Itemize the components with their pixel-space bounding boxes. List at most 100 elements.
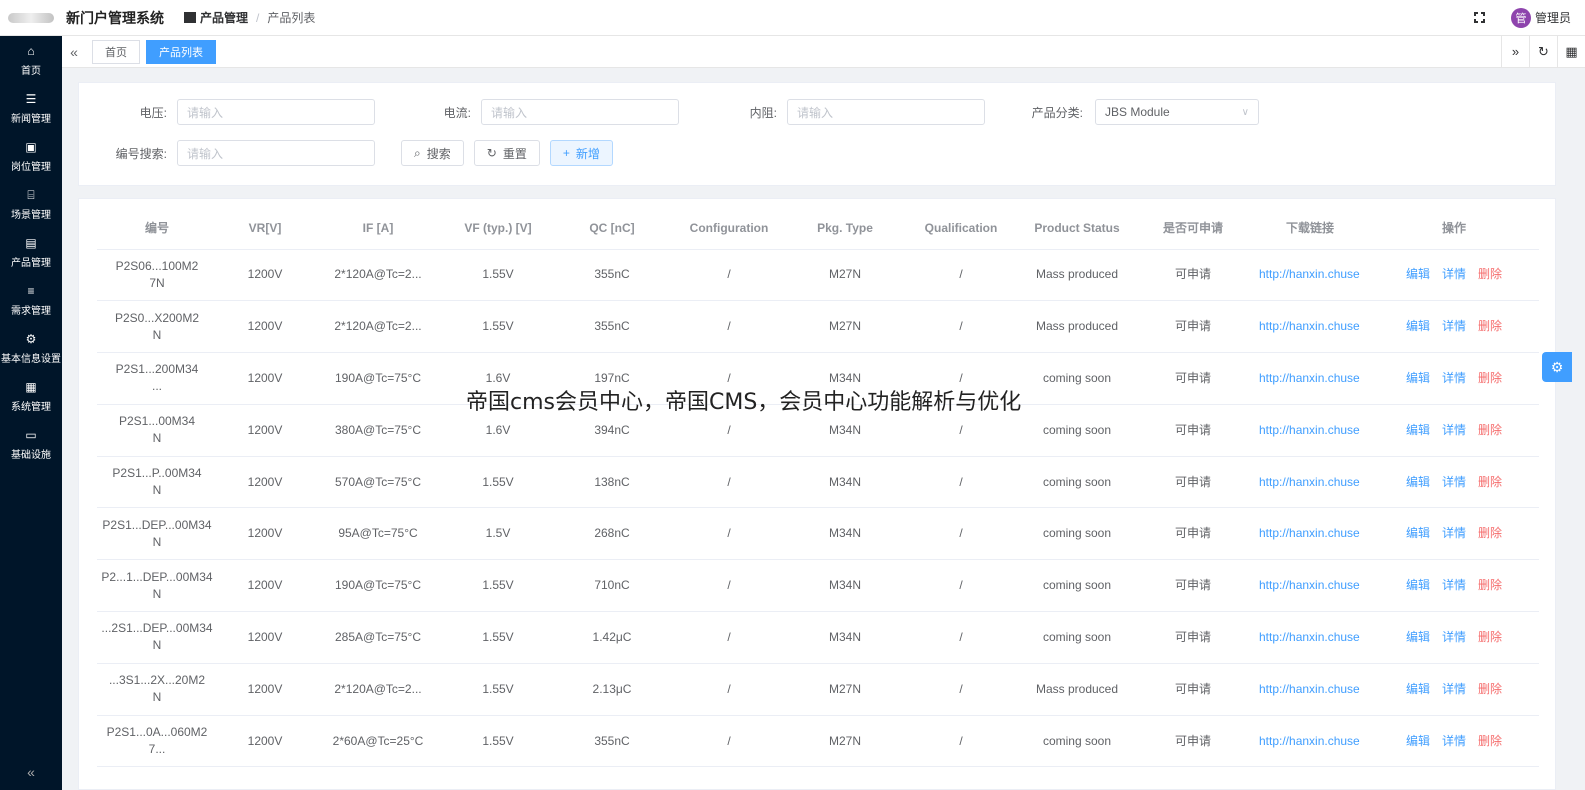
delete-button[interactable]: 删除 (1478, 629, 1502, 646)
delete-button[interactable]: 删除 (1478, 525, 1502, 542)
sidebar-item-scenes[interactable]: ⌸ 场景管理 (0, 180, 62, 228)
reset-button[interactable]: ↻ 重置 (473, 140, 540, 166)
detail-button[interactable]: 详情 (1442, 474, 1466, 491)
reset-button-label: 重置 (502, 146, 527, 161)
overlay-caption: 帝国cms会员中心，帝国CMS，会员中心功能解析与优化 (466, 390, 1022, 415)
detail-button[interactable]: 详情 (1442, 629, 1466, 646)
code-search-input[interactable]: 请输入 (177, 140, 375, 166)
category-select[interactable]: JBS Module ∨ (1095, 99, 1259, 125)
table-cell: 1200V (217, 456, 313, 509)
table-cell: 355nC (553, 249, 671, 302)
download-link[interactable]: http://hanxin.chuse (1251, 663, 1369, 716)
product-code-cell: P2S1...00M34 N (97, 404, 217, 457)
column-header: 下载链接 (1251, 207, 1369, 250)
chevron-double-left-icon[interactable]: « (62, 44, 86, 60)
voltage-input[interactable]: 请输入 (177, 99, 375, 125)
sidebar-item-system[interactable]: ▦ 系统管理 (0, 372, 62, 420)
edit-button[interactable]: 编辑 (1406, 370, 1430, 387)
edit-button[interactable]: 编辑 (1406, 318, 1430, 335)
code-search-label: 编号搜索: (115, 146, 167, 161)
table-cell: 1.55V (443, 559, 553, 613)
current-field-row: 电流: 请输入 (425, 99, 679, 125)
sidebar-item-requirements[interactable]: ≡ 需求管理 (0, 276, 62, 324)
detail-button[interactable]: 详情 (1442, 266, 1466, 283)
detail-button[interactable]: 详情 (1442, 422, 1466, 439)
table-cell: coming soon (1019, 559, 1135, 613)
detail-button[interactable]: 详情 (1442, 681, 1466, 698)
download-link[interactable]: http://hanxin.chuse (1251, 611, 1369, 664)
delete-button[interactable]: 删除 (1478, 266, 1502, 283)
grid-icon[interactable]: ▦ (1557, 35, 1585, 68)
search-button[interactable]: ⌕ 搜索 (401, 140, 464, 166)
product-table: 编号 VR[V] IF [A] VF (typ.) [V] QC [nC] Configu… (97, 207, 1539, 768)
sidebar-item-positions[interactable]: ▣ 岗位管理 (0, 132, 62, 180)
product-code-cell: P2S0...X200M2 N (97, 300, 217, 354)
download-link[interactable]: http://hanxin.chuse (1251, 456, 1369, 509)
row-actions: 编辑 详情 删除 (1369, 715, 1539, 768)
delete-button[interactable]: 删除 (1478, 733, 1502, 750)
edit-button[interactable]: 编辑 (1406, 525, 1430, 542)
detail-button[interactable]: 详情 (1442, 525, 1466, 542)
resistance-input[interactable]: 请输入 (787, 99, 985, 125)
table-cell: / (903, 249, 1019, 302)
delete-button[interactable]: 删除 (1478, 474, 1502, 491)
add-button[interactable]: + 新增 (549, 140, 613, 166)
user-name[interactable]: 管理员 (1535, 9, 1571, 26)
avatar[interactable]: 管 (1510, 7, 1531, 28)
app-logo[interactable] (0, 0, 62, 36)
download-link[interactable]: http://hanxin.chuse (1251, 507, 1369, 561)
sidebar-collapse-button[interactable]: « (0, 764, 62, 780)
column-header: 是否可申请 (1135, 207, 1251, 250)
edit-button[interactable]: 编辑 (1406, 629, 1430, 646)
edit-button[interactable]: 编辑 (1406, 681, 1430, 698)
edit-button[interactable]: 编辑 (1406, 474, 1430, 491)
sidebar-item-infrastructure[interactable]: ▭ 基础设施 (0, 420, 62, 468)
download-link[interactable]: http://hanxin.chuse (1251, 404, 1369, 457)
table-cell: / (671, 663, 787, 716)
detail-button[interactable]: 详情 (1442, 318, 1466, 335)
delete-button[interactable]: 删除 (1478, 577, 1502, 594)
delete-button[interactable]: 删除 (1478, 370, 1502, 387)
sidebar-item-label: 岗位管理 (11, 161, 51, 173)
download-link[interactable]: http://hanxin.chuse (1251, 249, 1369, 302)
add-button-label: 新增 (575, 146, 600, 161)
sidebar-item-news[interactable]: ☰ 新闻管理 (0, 84, 62, 132)
delete-button[interactable]: 删除 (1478, 422, 1502, 439)
table-cell: coming soon (1019, 507, 1135, 561)
detail-button[interactable]: 详情 (1442, 577, 1466, 594)
delete-button[interactable]: 删除 (1478, 318, 1502, 335)
sidebar-item-label: 系统管理 (11, 401, 51, 413)
fullscreen-icon[interactable] (1472, 11, 1487, 25)
chevron-double-right-icon[interactable]: » (1501, 35, 1529, 68)
tab-home[interactable]: 首页 (92, 39, 140, 64)
table-cell: 1200V (217, 352, 313, 405)
row-actions: 编辑 详情 删除 (1369, 404, 1539, 457)
table-cell: M34N (787, 456, 903, 509)
sidebar-item-products[interactable]: ▤ 产品管理 (0, 228, 62, 276)
breadcrumb-item-product-management[interactable]: 产品管理 (200, 9, 248, 26)
refresh-icon[interactable]: ↻ (1529, 35, 1557, 68)
edit-button[interactable]: 编辑 (1406, 577, 1430, 594)
detail-button[interactable]: 详情 (1442, 733, 1466, 750)
table-cell: coming soon (1019, 352, 1135, 405)
settings-gear-icon[interactable]: ⚙ (1542, 352, 1572, 382)
briefcase-icon: ▦ (25, 379, 37, 394)
top-header: 新门户管理系统 产品管理 / 产品列表 管 管理员 (0, 0, 1585, 36)
tab-product-list[interactable]: 产品列表 (146, 39, 216, 64)
download-link[interactable]: http://hanxin.chuse (1251, 559, 1369, 613)
edit-button[interactable]: 编辑 (1406, 733, 1430, 750)
product-code-cell: ...3S1...2X...20M2 N (97, 663, 217, 716)
sidebar-item-basic-settings[interactable]: ⚙ 基本信息设置 (0, 324, 62, 372)
download-link[interactable]: http://hanxin.chuse (1251, 352, 1369, 405)
resistance-field-row: 内阻: 请输入 (731, 99, 985, 125)
sidebar-item-home[interactable]: ⌂ 首页 (0, 36, 62, 84)
edit-button[interactable]: 编辑 (1406, 422, 1430, 439)
edit-button[interactable]: 编辑 (1406, 266, 1430, 283)
download-link[interactable]: http://hanxin.chuse (1251, 715, 1369, 768)
delete-button[interactable]: 删除 (1478, 681, 1502, 698)
download-link[interactable]: http://hanxin.chuse (1251, 300, 1369, 354)
detail-button[interactable]: 详情 (1442, 370, 1466, 387)
sidebar: ⌂ 首页 ☰ 新闻管理 ▣ 岗位管理 ⌸ 场景管理 ▤ 产品管理 ≡ 需求管理 ⚙ 基本信息设… (0, 36, 62, 790)
table-cell: 1200V (217, 611, 313, 664)
current-input[interactable]: 请输入 (481, 99, 679, 125)
